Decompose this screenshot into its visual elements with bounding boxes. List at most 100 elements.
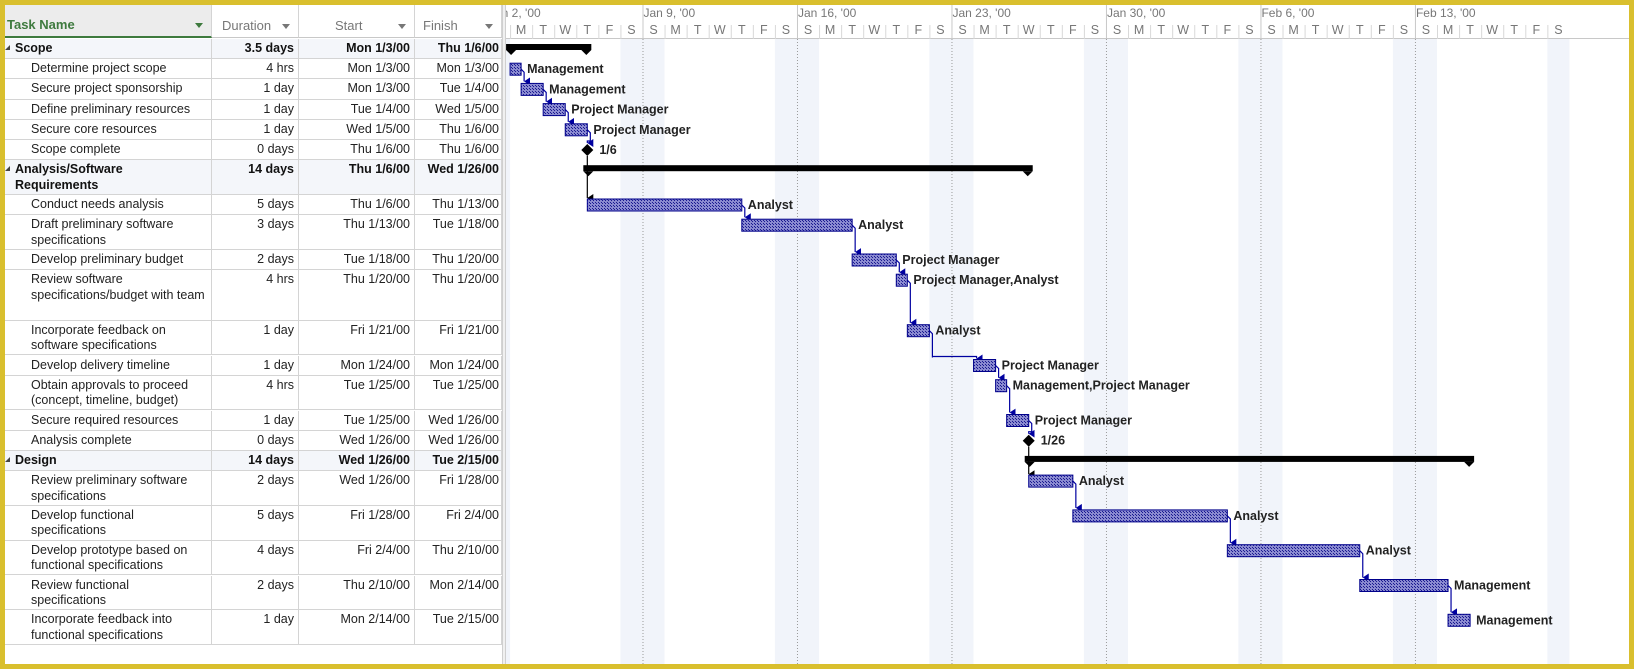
finish-cell[interactable]: Mon 1/3/00 [415, 59, 502, 79]
task-row[interactable]: Incorporate feedback on software specifi… [5, 320, 502, 356]
finish-cell[interactable]: Tue 1/4/00 [415, 79, 502, 99]
task-row[interactable]: Develop preliminary budget 2 days Tue 1/18… [5, 250, 502, 271]
duration-cell[interactable]: 2 days [212, 250, 299, 270]
start-cell[interactable]: Mon 1/3/00 [299, 39, 415, 59]
dropdown-arrow-icon[interactable] [485, 24, 493, 29]
duration-cell[interactable]: 1 day [212, 355, 299, 375]
finish-cell[interactable]: Wed 1/5/00 [415, 99, 502, 119]
column-header-duration[interactable]: Duration [212, 5, 299, 38]
task-name-cell[interactable]: Review software specifications/budget wi… [5, 270, 212, 320]
task-name-cell[interactable]: Determine project scope [5, 59, 212, 79]
finish-cell[interactable]: Tue 2/15/00 [415, 450, 502, 471]
start-cell[interactable]: Thu 1/6/00 [299, 160, 415, 194]
task-name-cell[interactable]: Obtain approvals to proceed (concept, ti… [5, 375, 212, 410]
duration-cell[interactable]: 4 hrs [212, 375, 299, 410]
task-row[interactable]: Develop functional specifications 5 days F… [5, 505, 502, 541]
task-name-cell[interactable]: Develop prototype based on functional sp… [5, 540, 212, 575]
duration-cell[interactable]: 1 day [212, 119, 299, 139]
finish-cell[interactable]: Thu 2/10/00 [415, 540, 502, 575]
start-cell[interactable]: Wed 1/5/00 [299, 119, 415, 139]
task-name-cell[interactable]: Secure required resources [5, 410, 212, 430]
task-name-cell[interactable]: Secure project sponsorship [5, 79, 212, 99]
task-row[interactable]: Review preliminary software specificatio… [5, 471, 502, 506]
duration-cell[interactable]: 5 days [212, 195, 299, 215]
duration-cell[interactable]: 2 days [212, 575, 299, 610]
finish-cell[interactable]: Mon 2/14/00 [415, 575, 502, 610]
column-header-finish[interactable]: Finish [415, 5, 502, 38]
start-cell[interactable]: Fri 1/21/00 [299, 320, 415, 355]
finish-cell[interactable]: Wed 1/26/00 [415, 160, 502, 194]
task-name-cell[interactable]: Scope complete [5, 140, 212, 160]
dropdown-arrow-icon[interactable] [195, 23, 203, 28]
duration-cell[interactable]: 0 days [212, 140, 299, 160]
finish-cell[interactable]: Thu 1/6/00 [415, 119, 502, 139]
task-name-cell[interactable]: Define preliminary resources [5, 99, 212, 119]
duration-cell[interactable]: 1 day [212, 410, 299, 430]
finish-cell[interactable]: Wed 1/26/00 [415, 430, 502, 450]
start-cell[interactable]: Tue 1/25/00 [299, 410, 415, 430]
start-cell[interactable]: Thu 1/6/00 [299, 195, 415, 215]
start-cell[interactable]: Tue 1/25/00 [299, 375, 415, 410]
finish-cell[interactable]: Thu 1/13/00 [415, 195, 502, 215]
collapse-triangle-icon[interactable] [5, 456, 10, 462]
task-name-cell[interactable]: Review functional specifications [5, 575, 212, 610]
finish-cell[interactable]: Tue 2/15/00 [415, 610, 502, 645]
collapse-triangle-icon[interactable] [5, 166, 10, 172]
task-name-cell[interactable]: Design [5, 450, 212, 471]
start-cell[interactable]: Wed 1/26/00 [299, 450, 415, 471]
summary-task-row[interactable]: Design 14 days Wed 1/26/00 Tue 2/15/00 [5, 450, 502, 472]
task-row[interactable]: Secure project sponsorship 1 day Mon 1/3/0… [5, 79, 502, 100]
start-cell[interactable]: Mon 1/3/00 [299, 79, 415, 99]
task-row[interactable]: Obtain approvals to proceed (concept, ti… [5, 375, 502, 411]
start-cell[interactable]: Mon 1/24/00 [299, 355, 415, 375]
task-row[interactable]: Develop delivery timeline 1 day Mon 1/24/0… [5, 355, 502, 376]
task-row[interactable]: Review software specifications/budget wi… [5, 270, 502, 321]
summary-task-row[interactable]: Scope 3.5 days Mon 1/3/00 Thu 1/6/00 [5, 39, 502, 60]
finish-cell[interactable]: Fri 1/21/00 [415, 320, 502, 355]
duration-cell[interactable]: 3 days [212, 215, 299, 249]
task-row[interactable]: Develop prototype based on functional sp… [5, 540, 502, 576]
task-name-cell[interactable]: Develop delivery timeline [5, 355, 212, 375]
duration-cell[interactable]: 3.5 days [212, 39, 299, 59]
task-row[interactable]: Secure core resources 1 day Wed 1/5/00 Thu … [5, 119, 502, 140]
duration-cell[interactable]: 1 day [212, 79, 299, 99]
duration-cell[interactable]: 1 day [212, 610, 299, 645]
start-cell[interactable]: Mon 2/14/00 [299, 610, 415, 645]
dropdown-arrow-icon[interactable] [282, 24, 290, 29]
duration-cell[interactable]: 1 day [212, 320, 299, 355]
finish-cell[interactable]: Fri 1/28/00 [415, 471, 502, 505]
task-row[interactable]: Determine project scope 4 hrs Mon 1/3/00 Mo… [5, 59, 502, 80]
start-cell[interactable]: Wed 1/26/00 [299, 430, 415, 450]
task-name-cell[interactable]: Draft preliminary software specification… [5, 215, 212, 249]
duration-cell[interactable]: 2 days [212, 471, 299, 505]
finish-cell[interactable]: Thu 1/6/00 [415, 39, 502, 59]
task-name-cell[interactable]: Develop functional specifications [5, 505, 212, 540]
finish-cell[interactable]: Thu 1/20/00 [415, 250, 502, 270]
task-name-cell[interactable]: Incorporate feedback on software specifi… [5, 320, 212, 355]
task-row[interactable]: Secure required resources 1 day Tue 1/25/0… [5, 410, 502, 431]
summary-task-row[interactable]: Analysis/Software Requirements 14 days Thu… [5, 160, 502, 195]
start-cell[interactable]: Fri 2/4/00 [299, 540, 415, 575]
task-row[interactable]: Define preliminary resources 1 day Tue 1/4… [5, 99, 502, 120]
dropdown-arrow-icon[interactable] [398, 24, 406, 29]
milestone-row[interactable]: Analysis complete 0 days Wed 1/26/00 Wed 1/… [5, 430, 502, 451]
duration-cell[interactable]: 4 days [212, 540, 299, 575]
collapse-triangle-icon[interactable] [5, 45, 10, 50]
start-cell[interactable]: Thu 1/13/00 [299, 215, 415, 249]
finish-cell[interactable]: Tue 1/18/00 [415, 215, 502, 249]
finish-cell[interactable]: Tue 1/25/00 [415, 375, 502, 410]
task-name-cell[interactable]: Review preliminary software specificatio… [5, 471, 212, 505]
start-cell[interactable]: Mon 1/3/00 [299, 59, 415, 79]
column-header-task-name[interactable]: Task Name [5, 5, 212, 38]
column-header-start[interactable]: Start [299, 5, 415, 38]
duration-cell[interactable]: 5 days [212, 505, 299, 540]
duration-cell[interactable]: 0 days [212, 430, 299, 450]
start-cell[interactable]: Fri 1/28/00 [299, 505, 415, 540]
task-row[interactable]: Draft preliminary software specification… [5, 215, 502, 250]
task-row[interactable]: Review functional specifications 2 days Th… [5, 575, 502, 611]
task-name-cell[interactable]: Conduct needs analysis [5, 195, 212, 215]
duration-cell[interactable]: 14 days [212, 160, 299, 194]
duration-cell[interactable]: 14 days [212, 450, 299, 471]
duration-cell[interactable]: 1 day [212, 99, 299, 119]
finish-cell[interactable]: Mon 1/24/00 [415, 355, 502, 375]
